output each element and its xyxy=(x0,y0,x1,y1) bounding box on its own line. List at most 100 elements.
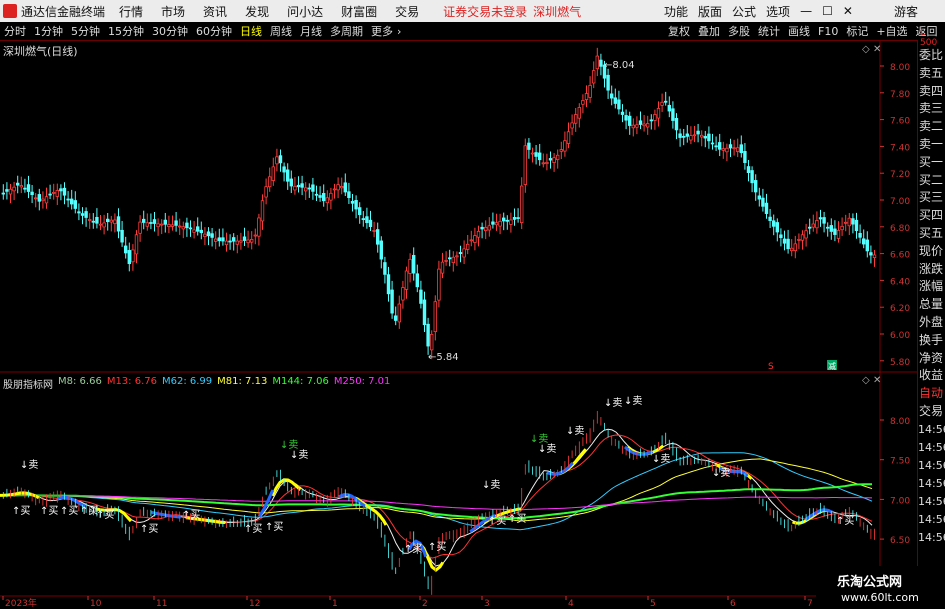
watermark-title: 乐淘公式网 xyxy=(837,575,903,590)
candle-body xyxy=(177,225,182,228)
side-panel-item[interactable]: 买四 xyxy=(919,206,945,224)
side-panel-item[interactable]: 卖五 xyxy=(919,64,945,82)
candle-body xyxy=(851,218,855,225)
candle-body xyxy=(473,235,477,243)
candle-body xyxy=(347,191,351,199)
candle-body xyxy=(426,323,430,347)
side-panel-item[interactable]: 涨跌 xyxy=(919,260,945,278)
candle-body xyxy=(664,100,668,103)
tf-5min[interactable]: 5分钟 xyxy=(71,23,100,39)
menu-news[interactable]: 资讯 xyxy=(203,3,227,20)
btn-mark[interactable]: 标记 xyxy=(846,23,868,39)
candle-body xyxy=(368,219,373,227)
menu-trade[interactable]: 交易 xyxy=(395,3,419,20)
candle-body xyxy=(462,248,466,258)
candle-body xyxy=(545,161,549,164)
candle-body xyxy=(174,220,178,226)
tf-1min[interactable]: 1分钟 xyxy=(34,23,63,39)
side-panel-item[interactable]: 卖三 xyxy=(919,99,945,117)
tf-30min[interactable]: 30分钟 xyxy=(152,23,188,39)
candle-body xyxy=(815,220,819,229)
tf-monthly[interactable]: 月线 xyxy=(300,23,322,39)
btn-add-watch[interactable]: +自选 xyxy=(876,23,907,39)
side-panel-item[interactable]: 卖二 xyxy=(919,117,945,135)
btn-stats[interactable]: 统计 xyxy=(758,23,780,39)
candle-body xyxy=(404,270,409,290)
btn-f10[interactable]: F10 xyxy=(818,25,838,38)
side-panel-item[interactable]: 卖一 xyxy=(919,135,945,153)
diamond-icon[interactable]: ◇ xyxy=(862,44,870,55)
candle-body xyxy=(700,134,704,138)
candle-body xyxy=(631,124,635,129)
window-restore-icon[interactable]: ☐ xyxy=(822,4,833,18)
candle-body xyxy=(181,226,185,230)
candle-body xyxy=(152,219,157,224)
menu-function[interactable]: 功能 xyxy=(664,3,688,20)
side-panel-item[interactable]: 买二 xyxy=(919,171,945,189)
btn-draw[interactable]: 画线 xyxy=(788,23,810,39)
candle-body xyxy=(253,234,257,237)
tf-weekly[interactable]: 周线 xyxy=(270,23,292,39)
trend-blue-line xyxy=(0,423,874,576)
candle-body xyxy=(768,216,772,221)
candle-body xyxy=(156,223,160,228)
x-label: 6 xyxy=(730,599,736,609)
side-panel-item[interactable]: 净资 xyxy=(919,349,945,367)
side-panel-item[interactable]: 买五 xyxy=(919,224,945,242)
candle-body xyxy=(811,223,815,228)
side-panel-item[interactable]: 买三 xyxy=(919,188,945,206)
tf-more[interactable]: 更多 xyxy=(371,23,393,39)
ma-line xyxy=(0,428,873,567)
diamond-icon[interactable]: ◇ xyxy=(862,375,870,386)
menu-options[interactable]: 选项 xyxy=(766,3,790,20)
btn-multi-stock[interactable]: 多股 xyxy=(728,23,750,39)
side-panel-item[interactable]: 卖四 xyxy=(919,82,945,100)
side-panel-item[interactable]: 收益 xyxy=(919,366,945,384)
close-icon[interactable]: ✕ xyxy=(873,44,881,55)
x-label: 3 xyxy=(484,599,490,609)
side-panel-item[interactable]: 涨幅 xyxy=(919,277,945,295)
candle-body xyxy=(88,219,92,221)
side-panel-item[interactable]: 外盘 xyxy=(919,313,945,331)
buy-signal: ↑买 xyxy=(508,513,526,525)
side-panel-bottom-item[interactable]: 交易 xyxy=(919,402,945,420)
side-panel-item[interactable]: 委比 xyxy=(919,46,945,64)
candle-body xyxy=(656,108,661,119)
guest-label[interactable]: 游客 xyxy=(894,3,918,20)
menu-quotes[interactable]: 行情 xyxy=(119,3,143,20)
tf-60min[interactable]: 60分钟 xyxy=(196,23,232,39)
chart-canvas[interactable]: 8.00 7.80 7.60 7.40 7.20 7.00 6.80 6.60 6.40 6.20… xyxy=(0,0,945,609)
candle-body xyxy=(145,222,149,227)
side-panel-item[interactable]: 买一 xyxy=(919,153,945,171)
window-close-icon[interactable]: ✕ xyxy=(843,4,853,18)
buy-signal: ↑买 xyxy=(488,515,506,527)
side-panel-item[interactable]: 总量 xyxy=(919,295,945,313)
btn-overlay[interactable]: 叠加 xyxy=(698,23,720,39)
candle-body xyxy=(563,140,567,152)
tf-intraday[interactable]: 分时 xyxy=(4,23,26,39)
side-panel-item[interactable]: 换手 xyxy=(919,331,945,349)
tf-daily[interactable]: 日线 xyxy=(240,23,262,39)
candle-body xyxy=(217,237,221,242)
candle-body xyxy=(862,238,866,245)
window-min-icon[interactable]: — xyxy=(800,4,812,18)
chevron-right-icon[interactable]: › xyxy=(397,25,401,38)
menu-ask[interactable]: 问小达 xyxy=(287,3,323,20)
tf-multi[interactable]: 多周期 xyxy=(330,23,363,39)
side-panel-item[interactable]: 现价 xyxy=(919,242,945,260)
login-notice[interactable]: 证券交易未登录 xyxy=(443,3,527,20)
candle-body xyxy=(869,252,873,256)
menu-wealth[interactable]: 财富圈 xyxy=(341,3,377,20)
indicator-name[interactable]: 股朋指标网 xyxy=(3,376,53,391)
close-icon[interactable]: ✕ xyxy=(873,375,881,386)
candle-body xyxy=(34,197,38,200)
menu-discover[interactable]: 发现 xyxy=(245,3,269,20)
side-panel-time: 14:56 xyxy=(918,423,945,436)
candle-body xyxy=(361,218,365,220)
btn-adjust[interactable]: 复权 xyxy=(668,23,690,39)
menu-formula[interactable]: 公式 xyxy=(732,3,756,20)
menu-layout[interactable]: 版面 xyxy=(698,3,722,20)
side-panel-bottom-item[interactable]: 自动 xyxy=(919,384,945,402)
menu-market[interactable]: 市场 xyxy=(161,3,185,20)
tf-15min[interactable]: 15分钟 xyxy=(108,23,144,39)
